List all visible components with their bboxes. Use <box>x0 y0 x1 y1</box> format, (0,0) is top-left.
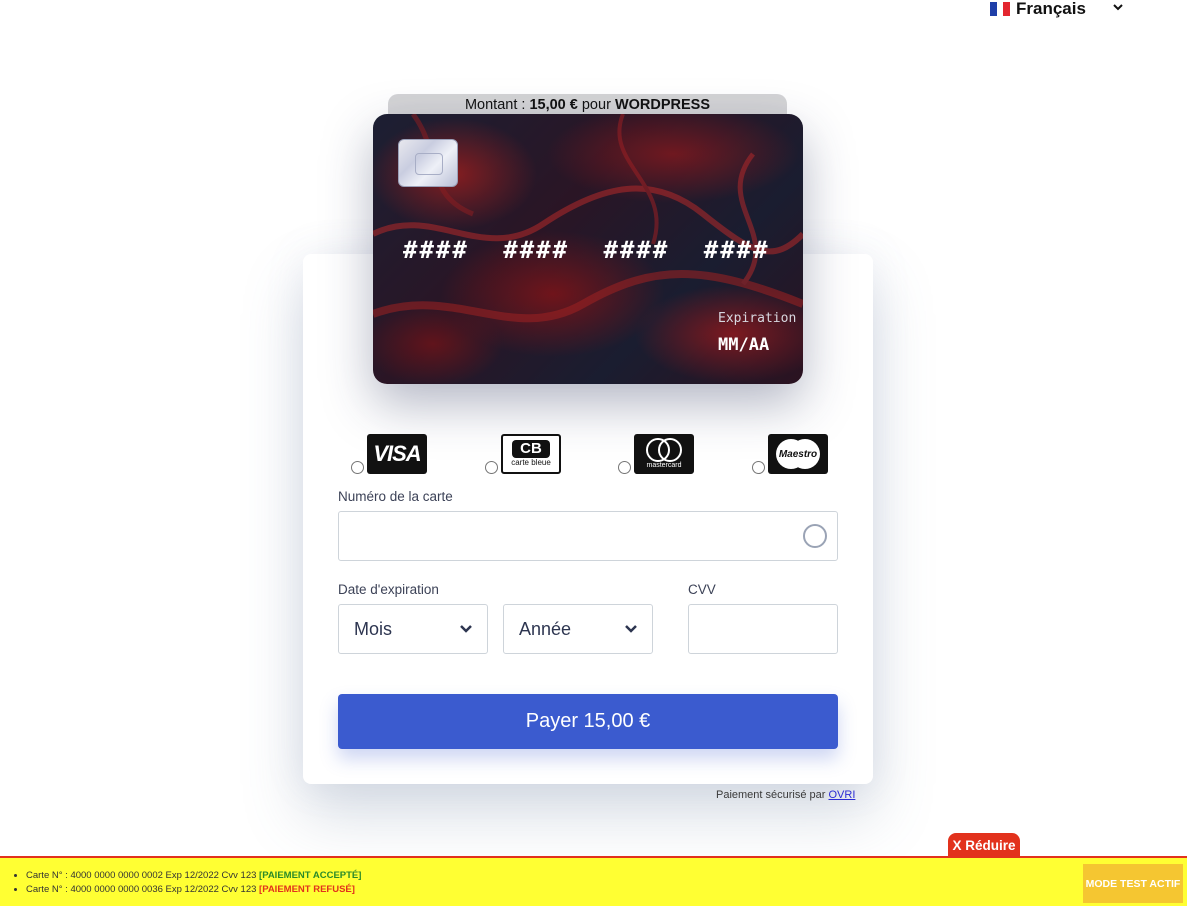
chevron-down-icon <box>460 625 472 633</box>
month-select-value: Mois <box>354 618 393 639</box>
expiry-label: Date d'expiration <box>338 582 439 597</box>
pay-button[interactable]: Payer 15,00 € <box>338 694 838 749</box>
chevron-down-icon <box>1113 4 1123 11</box>
brand-option-maestro[interactable]: Maestro <box>752 434 842 474</box>
card-expiration-label: Expiration <box>718 311 797 326</box>
card-number-label: Numéro de la carte <box>338 489 453 504</box>
merchant-name: WORDPRESS <box>614 97 711 113</box>
test-mode-banner: Carte N° : 4000 0000 0000 0002 Exp 12/20… <box>0 856 1187 906</box>
test-mode-badge: MODE TEST ACTIF <box>1083 864 1183 903</box>
secure-text: Paiement sécurisé par <box>716 789 829 801</box>
amount-prefix: Montant : <box>464 97 530 113</box>
brand-radio-maestro[interactable] <box>752 461 765 474</box>
brand-option-mastercard[interactable]: mastercard <box>618 434 708 474</box>
brand-radio-cb[interactable] <box>485 461 498 474</box>
france-flag-icon <box>990 2 1011 16</box>
year-select[interactable]: Année <box>503 604 653 654</box>
test-cards-list: Carte N° : 4000 0000 0000 0002 Exp 12/20… <box>26 869 361 897</box>
card-type-circle-icon <box>803 524 827 548</box>
visa-logo-icon: VISA <box>367 434 427 474</box>
brand-option-visa[interactable]: VISA <box>351 434 441 474</box>
card-number-field[interactable] <box>338 511 838 561</box>
language-select[interactable]: Français <box>990 0 1130 20</box>
secure-payment-note: Paiement sécurisé par OVRI <box>716 789 855 801</box>
month-select[interactable]: Mois <box>338 604 488 654</box>
brand-radio-visa[interactable] <box>351 461 364 474</box>
chevron-down-icon <box>625 625 637 633</box>
card-expiration-value: MM/AA <box>718 335 770 355</box>
list-item: Carte N° : 4000 0000 0000 0002 Exp 12/20… <box>26 869 361 883</box>
maestro-logo-icon: Maestro <box>768 434 828 474</box>
status-refused: [PAIEMENT REFUSÉ] <box>259 884 355 895</box>
status-accepted: [PAIEMENT ACCEPTÉ] <box>259 870 362 881</box>
mastercard-logo-icon: mastercard <box>634 434 694 474</box>
amount-middle: pour <box>577 97 615 113</box>
card-number-preview: #### #### #### #### <box>403 236 770 264</box>
card-chip-icon <box>398 139 458 187</box>
card-preview: #### #### #### #### Expiration MM/AA <box>373 114 803 384</box>
reduce-button[interactable]: X Réduire <box>948 833 1020 857</box>
mastercard-circles-icon <box>646 438 682 462</box>
brand-radio-mastercard[interactable] <box>618 461 631 474</box>
year-select-value: Année <box>519 618 572 639</box>
language-label: Français <box>1016 0 1086 18</box>
amount-value: 15,00 € <box>529 97 578 113</box>
cvv-field[interactable] <box>688 604 838 654</box>
list-item: Carte N° : 4000 0000 0000 0036 Exp 12/20… <box>26 883 361 897</box>
ovri-link[interactable]: OVRI <box>829 789 856 801</box>
brand-option-cb[interactable]: CB carte bleue <box>485 434 575 474</box>
cvv-label: CVV <box>688 582 716 597</box>
cb-logo-icon: CB carte bleue <box>501 434 561 474</box>
